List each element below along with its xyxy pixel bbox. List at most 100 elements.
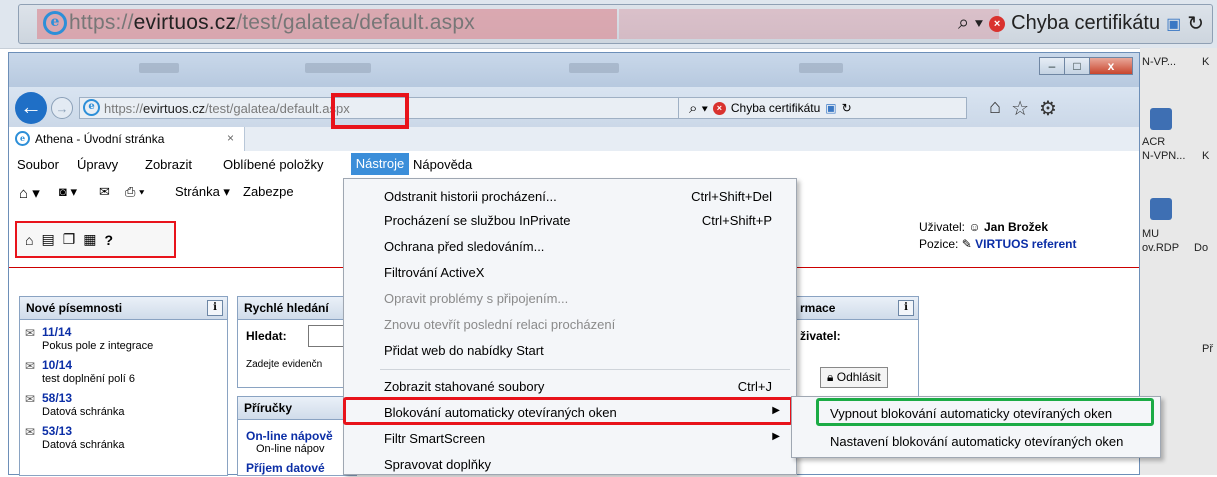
star-icon[interactable]: ☆ bbox=[1011, 96, 1029, 121]
menu-item-fix-connection: Opravit problémy s připojením... bbox=[384, 291, 569, 306]
ie-logo-icon: e bbox=[15, 131, 30, 146]
mail-icon[interactable]: ✉ bbox=[99, 184, 110, 200]
submenu-item-blocker-settings[interactable]: Nastavení blokování automaticky otevíran… bbox=[792, 429, 1160, 453]
desktop-shortcut-icon[interactable] bbox=[1150, 108, 1172, 130]
desktop-label: N-VP... bbox=[1142, 56, 1177, 68]
print-icon[interactable]: ⎙ ▾ bbox=[125, 184, 144, 200]
doc-icon[interactable]: ▦ bbox=[83, 231, 96, 248]
help-icon[interactable]: ? bbox=[105, 232, 114, 248]
tab-close-icon[interactable]: × bbox=[227, 131, 234, 145]
menu-item-tracking-protection[interactable]: Ochrana před sledováním... bbox=[344, 235, 796, 259]
menu-item-activex[interactable]: Filtrování ActiveX bbox=[344, 261, 796, 285]
doc-icon: ✉ bbox=[25, 359, 36, 373]
menu-item-downloads[interactable]: Zobrazit stahované soubory Ctrl+J bbox=[344, 375, 796, 399]
search-label: Hledat: bbox=[246, 329, 287, 343]
maximize-button[interactable]: □ bbox=[1064, 57, 1090, 75]
close-button[interactable]: x bbox=[1089, 57, 1133, 75]
logout-button[interactable]: 🔒︎ Odhlásit bbox=[820, 367, 888, 388]
copy-icon[interactable]: ❐ bbox=[63, 231, 76, 248]
list-item[interactable]: ✉ 58/13 Datová schránka bbox=[20, 392, 227, 419]
blurred-tab bbox=[305, 63, 371, 73]
outer-address-bar[interactable]: e https://evirtuos.cz/test/galatea/defau… bbox=[18, 4, 1213, 44]
address-url: https://evirtuos.cz/test/galatea/default… bbox=[104, 101, 350, 116]
lock-icon: ▣ bbox=[1166, 15, 1182, 33]
tools-dropdown: Odstranit historii procházení... Ctrl+Shi… bbox=[343, 178, 797, 475]
manual-link[interactable]: On-line nápově bbox=[246, 429, 333, 443]
menu-nastroje[interactable]: Nástroje bbox=[351, 153, 409, 175]
position-label: Pozice: bbox=[919, 237, 959, 251]
user-info: Uživatel: ☺ Jan Brožek Pozice: ✎ VIRTUOS… bbox=[919, 219, 1076, 253]
title-bar: – □ x bbox=[9, 53, 1139, 87]
back-button[interactable]: ← bbox=[15, 92, 47, 124]
safety-menu[interactable]: Zabezpe bbox=[243, 184, 294, 199]
menu-item-addons[interactable]: Spravovat doplňky bbox=[344, 453, 796, 477]
user-label: Uživatel: bbox=[919, 220, 966, 234]
home-icon[interactable]: ⌂ bbox=[989, 96, 1001, 121]
info-button[interactable]: i bbox=[898, 300, 914, 316]
tab-title: Athena - Úvodní stránka bbox=[35, 132, 165, 146]
new-doc-icon[interactable]: ▤ bbox=[41, 231, 54, 248]
home-icon[interactable]: ⌂ ▾ bbox=[19, 184, 40, 202]
new-docs-panel: Nové písemnosti i ✉ 11/14 Pokus pole z int… bbox=[19, 296, 228, 476]
ie-logo-icon: e bbox=[83, 99, 100, 116]
refresh-icon[interactable]: ↻ bbox=[842, 101, 852, 115]
panel-title: rmace bbox=[800, 301, 836, 315]
outer-browser-bar: e https://evirtuos.cz/test/galatea/defau… bbox=[0, 0, 1217, 49]
blurred-tab bbox=[799, 63, 843, 73]
user-icon: ☺ bbox=[968, 220, 981, 234]
list-item[interactable]: ✉ 11/14 Pokus pole z integrace bbox=[20, 326, 227, 353]
highlight-tools-menu bbox=[331, 93, 409, 129]
desktop-label: ACR bbox=[1142, 136, 1166, 148]
outer-cert-error[interactable]: Chyba certifikátu bbox=[1011, 12, 1160, 35]
menu-bar: Soubor Úpravy Zobrazit Oblíbené položky … bbox=[9, 151, 1139, 178]
minimize-button[interactable]: – bbox=[1039, 57, 1065, 75]
outer-cert-area[interactable]: ⌕ ▾ × Chyba certifikátu ▣ ↻ bbox=[958, 11, 1204, 36]
menu-soubor[interactable]: Soubor bbox=[17, 157, 59, 172]
lock-icon: 🔒︎ bbox=[827, 370, 834, 384]
gear-icon[interactable]: ⚙ bbox=[1039, 96, 1057, 121]
search-icon[interactable]: ⌕ ▾ bbox=[689, 100, 708, 117]
blurred-tab bbox=[569, 63, 619, 73]
info-user-label: živatel: bbox=[800, 329, 841, 343]
navigation-bar: ← → e https://evirtuos.cz/test/galatea/d… bbox=[9, 87, 1139, 127]
cert-error-text[interactable]: Chyba certifikátu bbox=[731, 101, 820, 115]
menu-upravy[interactable]: Úpravy bbox=[77, 157, 118, 172]
panel-title: Rychlé hledání bbox=[238, 297, 356, 320]
menu-item-delete-history[interactable]: Odstranit historii procházení... Ctrl+Shi… bbox=[344, 185, 796, 209]
manual-link[interactable]: Příjem datové bbox=[246, 461, 325, 475]
user-name: Jan Brožek bbox=[983, 220, 1048, 234]
search-icon[interactable]: ⌕ ▾ bbox=[958, 12, 983, 35]
menu-item-inprivate[interactable]: Procházení se službou InPrivate Ctrl+Shif… bbox=[344, 209, 796, 233]
menu-zobrazit[interactable]: Zobrazit bbox=[145, 157, 192, 172]
list-item[interactable]: ✉ 53/13 Datová schránka bbox=[20, 425, 227, 452]
tab-athena[interactable]: e Athena - Úvodní stránka × bbox=[9, 127, 245, 151]
doc-icon: ✉ bbox=[25, 326, 36, 340]
list-item[interactable]: ✉ 10/14 test doplnění polí 6 bbox=[20, 359, 227, 386]
desktop-label: K bbox=[1202, 56, 1210, 68]
menu-item-smartscreen[interactable]: Filtr SmartScreen ▶ bbox=[344, 427, 796, 451]
cert-error-icon: × bbox=[712, 101, 726, 115]
desktop-shortcut-icon[interactable] bbox=[1150, 198, 1172, 220]
page-menu[interactable]: Stránka ▾ bbox=[175, 184, 230, 200]
home-icon[interactable]: ⌂ bbox=[25, 232, 33, 248]
forward-button[interactable]: → bbox=[51, 97, 73, 119]
desktop-label: Př bbox=[1202, 343, 1213, 355]
menu-oblibene[interactable]: Oblíbené položky bbox=[223, 157, 323, 172]
ie-logo-icon: e bbox=[43, 11, 67, 35]
rss-icon[interactable]: ◙ ▾ bbox=[59, 184, 77, 200]
position-icon: ✎ bbox=[961, 237, 972, 251]
address-tools: ⌕ ▾ × Chyba certifikátu ▣ ↻ bbox=[679, 97, 967, 119]
highlight-disable-blocker bbox=[816, 398, 1154, 426]
submenu-arrow-icon: ▶ bbox=[772, 431, 780, 442]
info-button[interactable]: i bbox=[207, 300, 223, 316]
position-value[interactable]: VIRTUOS referent bbox=[975, 237, 1076, 251]
cert-error-icon: × bbox=[989, 15, 1006, 32]
highlight-popup-blocker bbox=[343, 397, 793, 425]
refresh-icon[interactable]: ↻ bbox=[1187, 11, 1204, 36]
menu-item-add-to-start[interactable]: Přidat web do nabídky Start bbox=[344, 339, 796, 363]
desktop-label: ov.RDP bbox=[1142, 242, 1180, 254]
blurred-tab bbox=[139, 63, 179, 73]
outer-url-text: https://evirtuos.cz/test/galatea/default… bbox=[69, 11, 475, 34]
menu-napoveda[interactable]: Nápověda bbox=[413, 157, 472, 172]
search-hint: Zadejte evidenčn bbox=[246, 359, 323, 370]
